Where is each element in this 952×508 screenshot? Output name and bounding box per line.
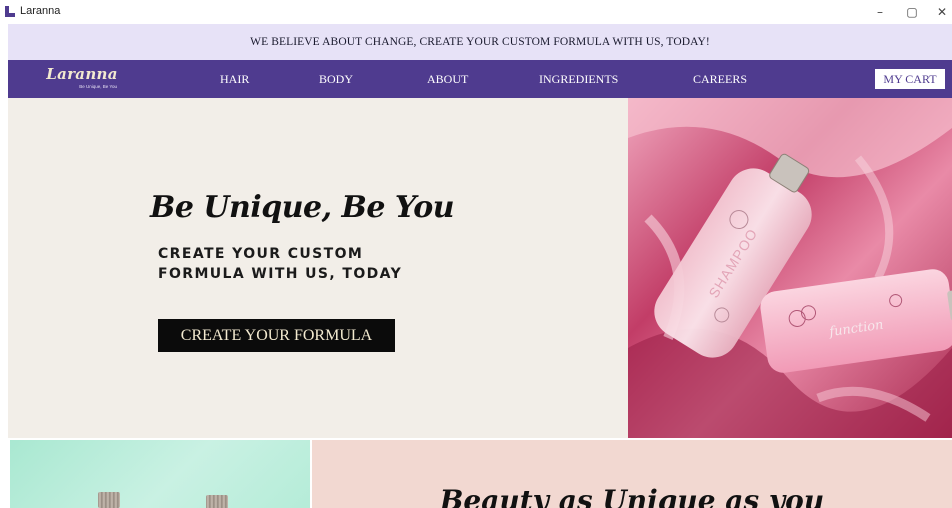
bottle-cap-right: [206, 495, 228, 508]
brand-tagline: Be Unique, Be You: [79, 84, 117, 89]
hero-product-image: SHAMPOO function: [628, 98, 952, 438]
create-formula-button[interactable]: CREATE YOUR FORMULA: [158, 319, 395, 352]
nav-link-about[interactable]: ABOUT: [427, 72, 468, 87]
web-page: WE BELIEVE ABOUT CHANGE, CREATE YOUR CUS…: [8, 24, 952, 508]
brand-name: Laranna: [46, 65, 118, 83]
nav-link-ingredients[interactable]: INGREDIENTS: [539, 72, 618, 87]
brand-logo[interactable]: Laranna Be Unique, Be You: [37, 65, 127, 89]
window-titlebar: Laranna – ▢ ✕: [0, 0, 952, 24]
section-title: Beauty as Unique as you: [439, 484, 825, 508]
hero-subtitle: CREATE YOUR CUSTOM FORMULA WITH US, TODA…: [158, 244, 438, 284]
my-cart-button[interactable]: MY CART: [874, 68, 946, 90]
nav-link-hair[interactable]: HAIR: [220, 72, 249, 87]
laranna-app-icon: [5, 6, 15, 17]
hero-subtitle-line-2: FORMULA WITH US, TODAY: [158, 266, 403, 282]
hero-subtitle-line-1: CREATE YOUR CUSTOM: [158, 246, 364, 262]
minimize-icon[interactable]: –: [868, 2, 892, 22]
beauty-intro-section: Beauty as Unique as you: [312, 440, 952, 508]
main-navbar: Laranna Be Unique, Be You HAIR BODY ABOU…: [8, 60, 952, 98]
maximize-icon[interactable]: ▢: [900, 2, 924, 22]
nav-link-body[interactable]: BODY: [319, 72, 353, 87]
hero-section: Be Unique, Be You CREATE YOUR CUSTOM FOR…: [8, 98, 952, 438]
mint-product-panel: [10, 440, 310, 508]
nav-link-careers[interactable]: CAREERS: [693, 72, 747, 87]
window-title: Laranna: [20, 5, 61, 17]
announcement-bar: WE BELIEVE ABOUT CHANGE, CREATE YOUR CUS…: [8, 24, 952, 60]
close-icon[interactable]: ✕: [930, 2, 952, 22]
bottle-cap-left: [98, 492, 120, 508]
hero-title: Be Unique, Be You: [150, 190, 455, 225]
announcement-text: WE BELIEVE ABOUT CHANGE, CREATE YOUR CUS…: [250, 36, 710, 48]
